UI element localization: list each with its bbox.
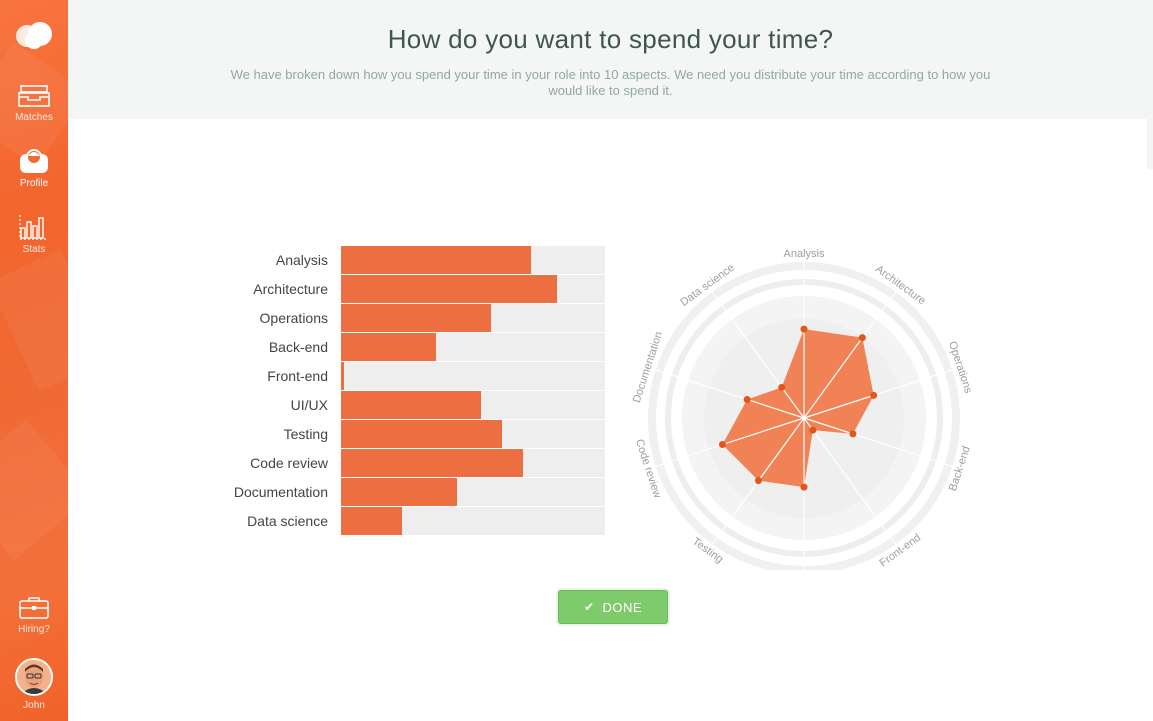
- nav-hiring[interactable]: Hiring?: [0, 596, 68, 635]
- done-button[interactable]: ✔ DONE: [558, 590, 668, 624]
- bar: [341, 420, 503, 448]
- bar-row: Front-end: [200, 362, 605, 390]
- nav-user[interactable]: John: [0, 658, 68, 711]
- bar: [341, 333, 437, 361]
- inbox-icon: [18, 85, 50, 107]
- bar-label: Front-end: [267, 368, 328, 384]
- bar-label: Data science: [247, 513, 328, 529]
- bar: [341, 275, 558, 303]
- bar-row: Testing: [200, 420, 605, 448]
- bar-slider[interactable]: [341, 362, 605, 390]
- bar-slider[interactable]: [341, 391, 605, 419]
- bar: [341, 478, 458, 506]
- briefcase-icon: [19, 597, 49, 619]
- stats-icon: [19, 215, 48, 240]
- nav-profile[interactable]: Profile: [0, 148, 68, 189]
- sidebar-decoration: [0, 248, 68, 392]
- radar-point: [800, 483, 808, 491]
- nav-hiring-label: Hiring?: [18, 624, 50, 635]
- nav-stats[interactable]: Stats: [0, 214, 68, 255]
- page-title: How do you want to spend your time?: [387, 24, 834, 54]
- sidebar: Matches Profile Stats Hiring? John: [0, 0, 68, 721]
- radar-point: [718, 441, 726, 449]
- bar-slider[interactable]: [341, 333, 605, 361]
- bar-label: Architecture: [253, 281, 328, 297]
- nav-matches[interactable]: Matches: [0, 84, 68, 123]
- scrollbar[interactable]: [1147, 119, 1153, 169]
- bar-slider[interactable]: [341, 507, 605, 535]
- sidebar-decoration: [0, 419, 68, 561]
- bar-row: UI/UX: [200, 391, 605, 419]
- page-subtitle: We have broken down how you spend your t…: [230, 67, 991, 98]
- done-button-label: DONE: [602, 599, 643, 615]
- radar-axis-label: Analysis: [784, 248, 825, 260]
- bar-slider[interactable]: [341, 246, 605, 274]
- radar-chart: AnalysisArchitectureOperationsBack-endFr…: [631, 248, 974, 570]
- bar-slider[interactable]: [341, 420, 605, 448]
- avatar: [15, 658, 53, 696]
- bar: [341, 449, 524, 477]
- bar-label: Operations: [259, 310, 328, 326]
- logo-icon[interactable]: [14, 20, 54, 52]
- bar-label: Testing: [283, 426, 328, 442]
- radar-point: [849, 430, 857, 438]
- bar-label: UI/UX: [290, 397, 328, 413]
- nav-matches-label: Matches: [15, 112, 53, 123]
- nav-profile-label: Profile: [19, 178, 49, 189]
- page-header: How do you want to spend your time? We h…: [68, 0, 1153, 119]
- bar-slider[interactable]: [341, 478, 605, 506]
- bar-row: Analysis: [200, 246, 605, 274]
- bar-label: Analysis: [275, 252, 328, 268]
- bar: [341, 362, 344, 390]
- bar-row: Documentation: [200, 478, 605, 506]
- nav-user-label: John: [23, 700, 45, 711]
- nav-stats-label: Stats: [22, 244, 46, 255]
- bar-slider[interactable]: [341, 304, 605, 332]
- bar-row: Architecture: [200, 275, 605, 303]
- radar-point: [858, 334, 866, 342]
- radar-point: [743, 396, 751, 404]
- bar-label: Code review: [250, 455, 328, 471]
- bar-row: Code review: [200, 449, 605, 477]
- bar: [341, 246, 532, 274]
- profile-icon: [20, 149, 48, 173]
- bar-row: Data science: [200, 507, 605, 535]
- radar-point: [809, 426, 817, 434]
- bar: [341, 304, 492, 332]
- bar: [341, 507, 402, 535]
- bar-row: Operations: [200, 304, 605, 332]
- radar-point: [870, 391, 878, 399]
- radar-point: [778, 383, 786, 391]
- radar-point: [800, 325, 808, 333]
- bar-row: Back-end: [200, 333, 605, 361]
- radar-point: [754, 477, 762, 485]
- bar-slider[interactable]: [341, 275, 605, 303]
- checkmark-icon: ✔: [583, 600, 595, 614]
- bar-slider[interactable]: [341, 449, 605, 477]
- avatar-face-icon: [17, 660, 51, 694]
- bar-label: Documentation: [233, 484, 328, 500]
- bar-label: Back-end: [268, 339, 328, 355]
- bar: [341, 391, 481, 419]
